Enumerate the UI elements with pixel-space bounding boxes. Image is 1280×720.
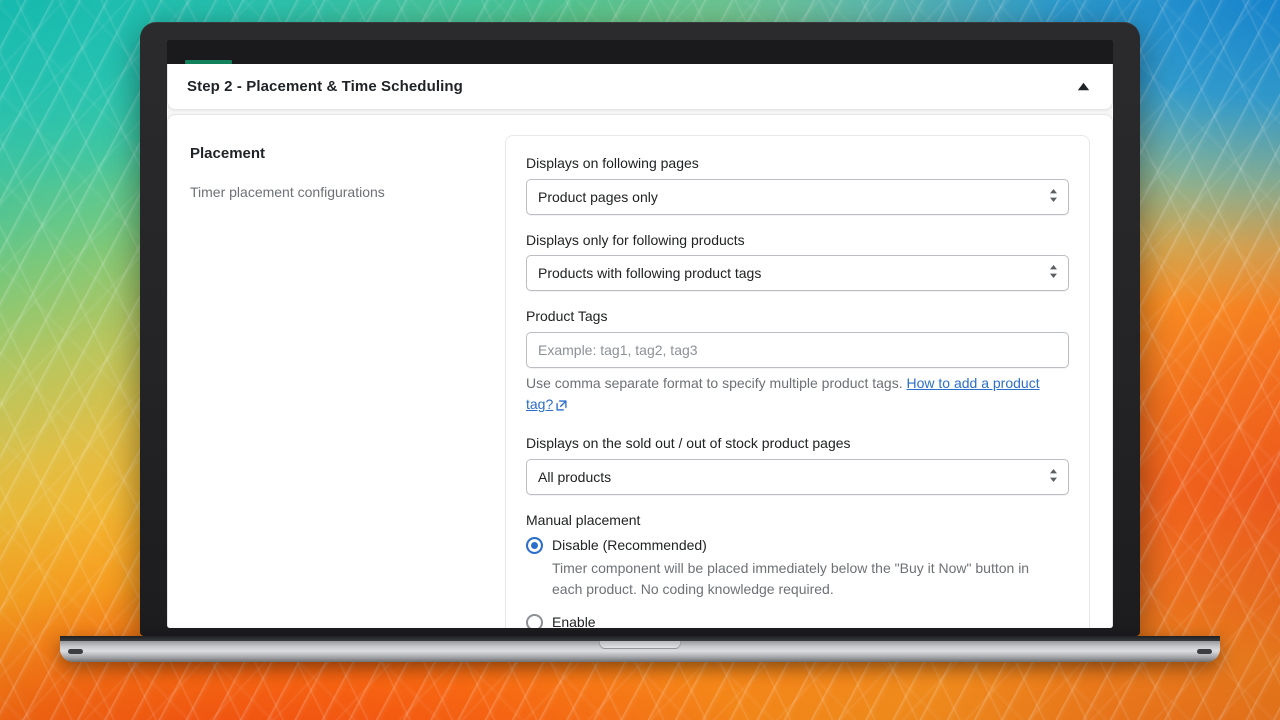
select-wrap-displays-for-products: Products with following product tags [526, 255, 1069, 291]
product-tags-help-text: Use comma separate format to specify mul… [526, 373, 1069, 418]
select-displays-on-pages[interactable]: Product pages only [526, 179, 1069, 215]
field-label-displays-for-products: Displays only for following products [526, 231, 1069, 251]
help-text-body: Use comma separate format to specify mul… [526, 375, 903, 391]
select-displays-for-products[interactable]: Products with following product tags [526, 255, 1069, 291]
radio-label-enable[interactable]: Enable [552, 612, 596, 628]
select-wrap-displays-on-pages: Product pages only [526, 179, 1069, 215]
product-tags-input[interactable] [526, 332, 1069, 368]
manual-placement-radio-group: Disable (Recommended) Timer component wi… [526, 535, 1069, 628]
radio-button-disable[interactable] [526, 537, 543, 554]
field-manual-placement: Manual placement Disable (Recommended) T… [526, 511, 1069, 628]
placement-sidebar: Placement Timer placement configurations [168, 135, 505, 628]
placement-heading: Placement [190, 145, 475, 162]
laptop-mockup: Step 2 - Placement & Time Scheduling Pla… [140, 22, 1140, 636]
select-wrap-sold-out-pages: All products [526, 459, 1069, 495]
radio-button-enable[interactable] [526, 614, 543, 628]
laptop-foot-left [68, 649, 83, 654]
field-displays-for-products: Displays only for following products Pro… [526, 231, 1069, 292]
chevron-up-icon[interactable] [1072, 76, 1094, 98]
placement-settings-column: Displays on following pages Product page… [505, 135, 1112, 628]
radio-description-disable: Timer component will be placed immediate… [552, 558, 1052, 600]
settings-panel: Displays on following pages Product page… [505, 135, 1090, 628]
field-label-manual-placement: Manual placement [526, 511, 1069, 531]
laptop-screen: Step 2 - Placement & Time Scheduling Pla… [167, 40, 1113, 628]
field-label-sold-out-pages: Displays on the sold out / out of stock … [526, 434, 1069, 454]
page-title: Step 2 - Placement & Time Scheduling [187, 78, 463, 95]
field-label-displays-on-pages: Displays on following pages [526, 154, 1069, 174]
placement-card: Placement Timer placement configurations… [167, 114, 1113, 628]
placement-subtext: Timer placement configurations [190, 182, 475, 202]
select-sold-out-pages[interactable]: All products [526, 459, 1069, 495]
external-link-icon[interactable] [556, 396, 567, 418]
field-sold-out-pages: Displays on the sold out / out of stock … [526, 434, 1069, 495]
radio-option-disable[interactable]: Disable (Recommended) [526, 535, 1069, 556]
field-displays-on-pages: Displays on following pages Product page… [526, 154, 1069, 215]
app-body: Step 2 - Placement & Time Scheduling Pla… [167, 64, 1113, 628]
field-product-tags: Product Tags Use comma separate format t… [526, 307, 1069, 418]
app-top-strip [167, 40, 1113, 64]
radio-option-enable[interactable]: Enable [526, 612, 1069, 628]
laptop-foot-right [1197, 649, 1212, 654]
laptop-base [60, 636, 1220, 662]
section-header[interactable]: Step 2 - Placement & Time Scheduling [167, 64, 1113, 110]
field-label-product-tags: Product Tags [526, 307, 1069, 327]
laptop-base-notch [599, 641, 681, 649]
app-page: Step 2 - Placement & Time Scheduling Pla… [167, 40, 1113, 628]
radio-label-disable[interactable]: Disable (Recommended) [552, 535, 707, 556]
